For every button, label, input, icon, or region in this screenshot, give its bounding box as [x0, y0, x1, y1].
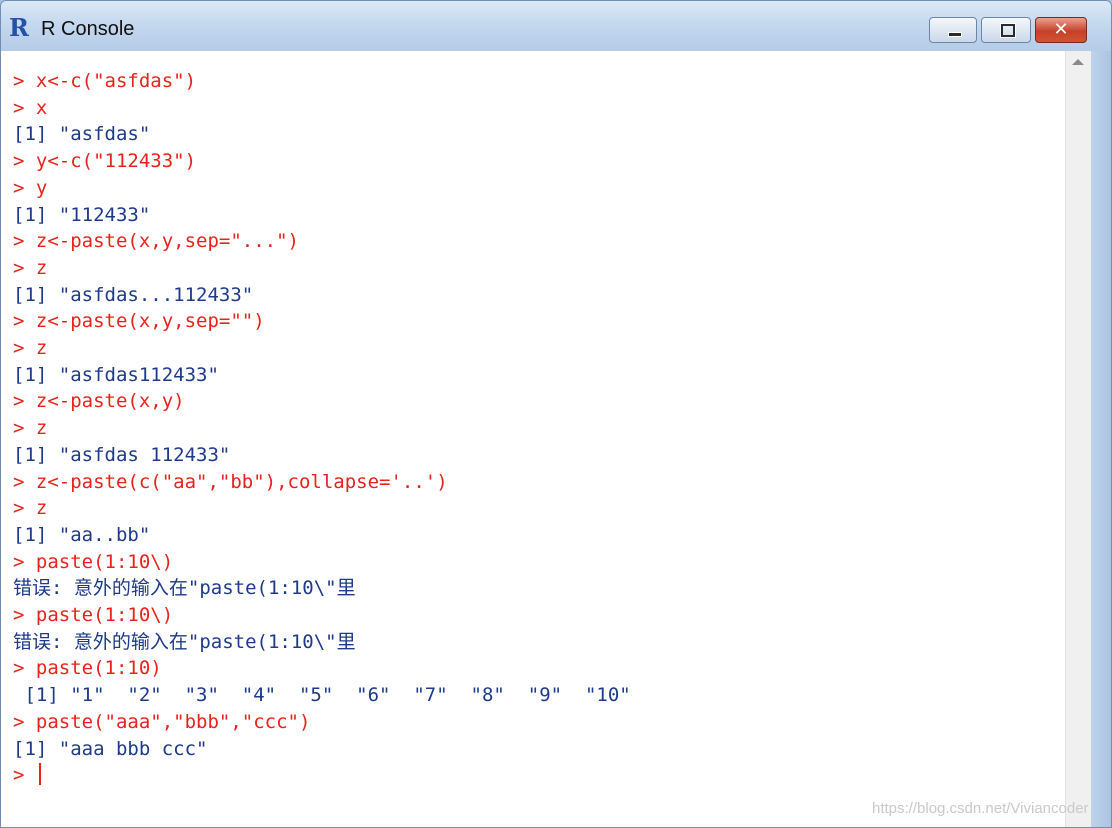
r-logo-letter: R — [9, 13, 29, 42]
output-line: [1] "asfdas 112433" — [13, 443, 231, 466]
watermark: https://blog.csdn.net/Viviancoder — [872, 800, 1089, 817]
error-line: 错误: 意外的输入在"paste(1:10\"里 — [13, 577, 356, 600]
maximize-button[interactable] — [981, 17, 1031, 43]
command-line: > x — [13, 96, 48, 119]
console-output[interactable]: > x<-c("asfdas") > x [1] "asfdas" > y<-c("1… — [1, 51, 1065, 827]
output-line: [1] "asfdas" — [13, 123, 151, 146]
command-line: > y<-c("112433") — [13, 150, 197, 173]
r-logo-icon: R — [9, 16, 33, 40]
close-icon: ✕ — [1053, 19, 1069, 40]
output-line: [1] "1" "2" "3" "4" "5" "6" "7" "8" "9" … — [13, 684, 631, 707]
output-line: [1] "aa..bb" — [13, 523, 151, 546]
command-line: > paste(1:10\) — [13, 604, 174, 626]
scroll-up-arrow-icon[interactable] — [1072, 59, 1084, 65]
vertical-scrollbar[interactable] — [1065, 51, 1091, 827]
minimize-icon — [948, 32, 962, 37]
output-line: [1] "112433" — [13, 203, 151, 226]
command-line: > — [13, 764, 36, 787]
window-frame-edge — [1091, 51, 1111, 827]
text-cursor — [39, 763, 41, 785]
output-line: [1] "asfdas...112433" — [13, 283, 254, 306]
command-line: > z<-paste(c("aa","bb"),collapse='..') — [13, 470, 448, 493]
command-line: > z<-paste(x,y,sep="...") — [13, 230, 299, 253]
minimize-button[interactable] — [929, 17, 977, 43]
close-button[interactable]: ✕ — [1035, 17, 1087, 43]
command-line: > x<-c("asfdas") — [13, 70, 197, 92]
output-line: [1] "asfdas112433" — [13, 363, 219, 386]
command-line: > z — [13, 256, 48, 279]
command-line: > z<-paste(x,y,sep="") — [13, 310, 265, 333]
r-console-window: R R Console ✕ > x<-c("asfdas") > x [1] "as… — [0, 0, 1112, 828]
command-line: > y — [13, 176, 48, 199]
command-line: > z — [13, 417, 48, 440]
command-line: > paste("aaa","bbb","ccc") — [13, 710, 311, 733]
maximize-icon — [1001, 24, 1015, 37]
command-line: > z<-paste(x,y) — [13, 390, 185, 413]
command-line: > paste(1:10\) — [13, 550, 174, 573]
command-line: > z — [13, 497, 48, 520]
error-line: 错误: 意外的输入在"paste(1:10\"里 — [13, 630, 356, 653]
command-line: > paste(1:10) — [13, 657, 162, 680]
title-bar[interactable]: R R Console ✕ — [1, 1, 1111, 51]
window-title: R Console — [41, 18, 135, 40]
command-line: > z — [13, 337, 48, 359]
output-line: [1] "aaa bbb ccc" — [13, 737, 208, 760]
